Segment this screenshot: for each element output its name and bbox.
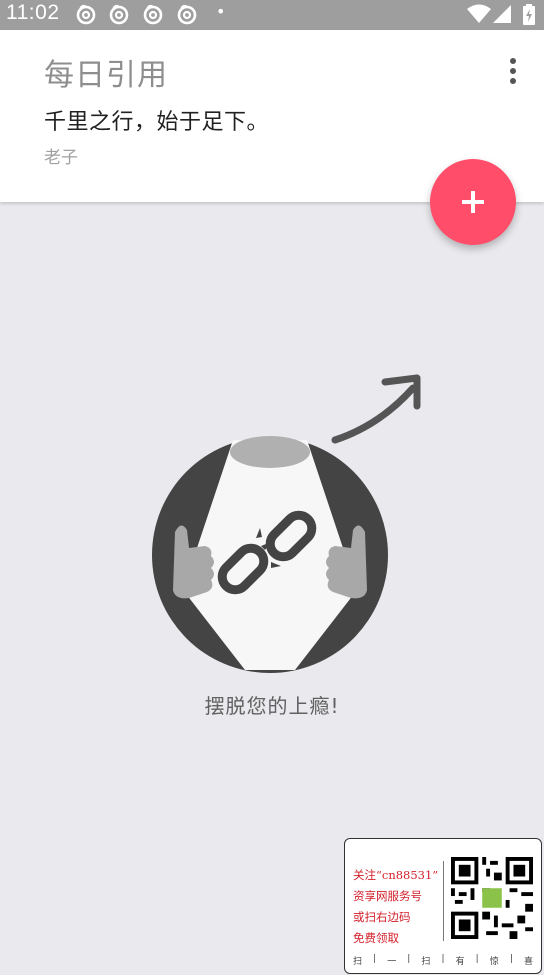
netease-music-icon [143,5,163,25]
netease-music-icon [76,5,96,25]
overflow-menu-button[interactable] [500,56,526,88]
card-title: 每日引用 [44,58,168,93]
break-free-illustration [152,374,421,673]
plus-icon [462,191,484,213]
ad-footer: 扫 | 一 | 扫 | 有 | 惊 | 喜 [353,954,533,967]
status-bar: 11:02 • [0,0,544,30]
qr-code-icon [451,857,533,939]
quote-text: 千里之行，始于足下。 [44,110,270,135]
more-vert-icon [510,58,516,64]
more-notifications-dot: • [216,2,226,21]
netease-music-icon [109,5,129,25]
ad-line: 免费领取 [353,931,399,945]
battery-icon [523,4,535,25]
ad-divider [443,861,444,941]
ad-line: 或扫右边码 [353,910,411,924]
netease-music-icon [177,5,197,25]
empty-state-message: 摆脱您的上瘾! [204,694,340,718]
wifi-icon [467,4,491,23]
ad-text: 关注“cn88531” 资享网服务号 或扫右边码 免费领取 [353,865,438,949]
quote-author: 老子 [44,148,78,168]
signal-icon [493,5,511,23]
ad-line: 资享网服务号 [353,889,422,903]
ad-line: 关注“cn88531” [353,868,439,882]
qr-ad-banner[interactable]: 关注“cn88531” 资享网服务号 或扫右边码 免费领取 扫 | 一 | 扫 … [344,838,542,974]
add-button[interactable] [430,159,516,245]
status-time: 11:02 [6,1,60,24]
